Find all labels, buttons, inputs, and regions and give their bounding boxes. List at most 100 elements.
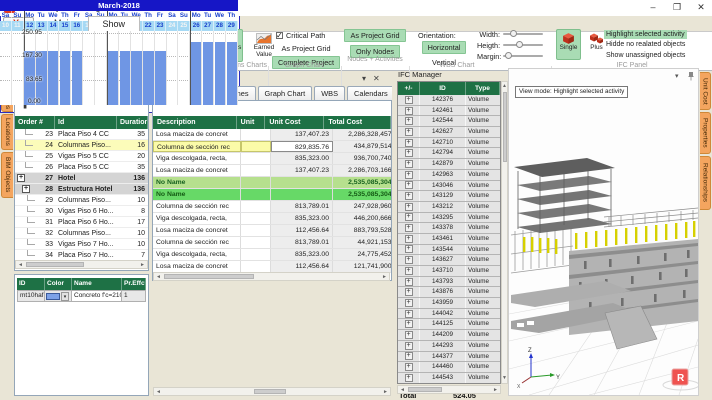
scroll-left-icon[interactable]: ◄ <box>16 261 25 268</box>
activity-row[interactable]: 23 Placa Piso 4 CC 35 <box>15 129 148 140</box>
cost-row[interactable]: Losa maciza de concret 112,456.64 883,793,… <box>153 225 391 237</box>
ifc-row[interactable]: +142963 Volume <box>398 169 500 181</box>
ifc-row[interactable]: +142879 Volume <box>398 159 500 170</box>
unit-cost-cell[interactable]: 835,323.00 <box>271 249 333 260</box>
ifc-row[interactable]: +142461 Volume <box>398 105 500 117</box>
scroll-left-icon[interactable]: ◄ <box>398 386 407 393</box>
unit-cost-cell[interactable]: 112,456.64 <box>271 225 333 236</box>
scroll-thumb[interactable] <box>503 92 507 162</box>
unit-cell[interactable] <box>241 141 271 152</box>
activity-row[interactable]: 26 Placa Piso 5 CC 35 <box>15 162 148 173</box>
plus-icon[interactable]: + <box>404 352 413 361</box>
plus-icon[interactable]: + <box>404 159 413 168</box>
unit-cost-cell[interactable]: 137,407.23 <box>271 129 333 140</box>
plus-icon[interactable]: + <box>404 213 413 222</box>
description-cell[interactable]: No Name <box>153 177 241 188</box>
scroll-right-icon[interactable]: ► <box>491 386 500 393</box>
cost-row[interactable]: Columna de sección rec 813,789.01 247,928,… <box>153 201 391 213</box>
description-cell[interactable]: Losa maciza de concret <box>153 225 241 236</box>
unit-cost-cell[interactable]: 112,456.64 <box>271 261 333 272</box>
slider-thumb[interactable] <box>504 52 512 59</box>
plus-icon[interactable]: + <box>404 149 413 158</box>
cost-row[interactable]: Columna de sección rec 813,789.01 44,921,1… <box>153 237 391 249</box>
description-cell[interactable]: Columna de sección rec <box>153 141 241 152</box>
plus-icon[interactable]: + <box>404 202 413 211</box>
activity-row[interactable]: 32 Columnas Piso... 10 <box>15 228 148 239</box>
activity-row[interactable]: +27 Hotel 136 <box>15 173 148 184</box>
description-cell[interactable]: Losa maciza de concret <box>153 165 241 176</box>
cost-row[interactable]: Viga descolgada, recta, 835,323.00 24,775,… <box>153 249 391 261</box>
ifc-row[interactable]: +142544 Volume <box>398 116 500 128</box>
slider-thumb[interactable] <box>510 30 518 37</box>
total-cost-cell[interactable]: 434,879,514.01 <box>333 141 391 152</box>
unit-cost-cell[interactable]: 813,789.01 <box>271 237 333 248</box>
resource-table-row[interactable]: mt10haf ▾ Concreto f'c=210 1 <box>17 290 146 302</box>
unit-cell[interactable] <box>241 129 271 140</box>
description-cell[interactable]: No Name <box>153 189 241 200</box>
total-cost-cell[interactable]: 883,793,528.71 <box>333 225 391 236</box>
scroll-right-icon[interactable]: ► <box>381 388 390 395</box>
plus-icon[interactable]: + <box>404 138 413 147</box>
ifc-row[interactable]: +142710 Volume <box>398 137 500 149</box>
unit-cell[interactable] <box>241 201 271 212</box>
plus-icon[interactable]: + <box>404 341 413 350</box>
ifc-row[interactable]: +143544 Volume <box>398 244 500 256</box>
scroll-up-icon[interactable]: ▲ <box>502 82 507 91</box>
plus-icon[interactable]: + <box>404 181 413 190</box>
scroll-thumb[interactable] <box>26 262 84 267</box>
activity-row[interactable]: 31 Placa Piso 6 Ho... 17 <box>15 217 148 228</box>
cost-hscrollbar[interactable]: ◄ ► <box>153 272 390 281</box>
plus-icon[interactable]: + <box>404 224 413 233</box>
as-project-grid-button[interactable]: As Project Grid <box>275 42 336 55</box>
activity-row[interactable]: 29 Columnas Piso... 10 <box>15 195 148 206</box>
ifc-row[interactable]: +143461 Volume <box>398 233 500 245</box>
plus-icon[interactable]: + <box>404 330 413 339</box>
ifc-row[interactable]: +143793 Volume <box>398 276 500 288</box>
plus-icon[interactable]: + <box>404 363 413 372</box>
ifc-row[interactable]: +143212 Volume <box>398 201 500 213</box>
single-button[interactable]: Single <box>556 29 581 60</box>
plus-icon[interactable]: + <box>404 95 413 104</box>
minimize-button[interactable]: – <box>642 0 664 15</box>
close-button[interactable]: ✕ <box>690 0 712 15</box>
expander-icon[interactable]: + <box>22 185 30 193</box>
scroll-thumb[interactable] <box>408 387 442 392</box>
ifc-hscrollbar[interactable]: ◄ ► <box>397 385 501 394</box>
plus-icon[interactable]: + <box>404 320 413 329</box>
cost-row[interactable]: No Name 2,535,085,304.27 <box>153 177 391 189</box>
plus-icon[interactable]: + <box>404 266 413 275</box>
cost-row[interactable]: No Name 2,535,085,304.27 <box>153 189 391 201</box>
unit-cost-cell[interactable] <box>271 189 333 200</box>
activity-hscrollbar[interactable]: ◄ ► <box>15 260 148 269</box>
plus-icon[interactable]: + <box>404 127 413 136</box>
total-cost-cell[interactable]: 936,700,740.92 <box>333 153 391 164</box>
ifc-row[interactable]: +143129 Volume <box>398 191 500 202</box>
plus-icon[interactable]: + <box>404 277 413 286</box>
ribbon-tab-show[interactable]: Show <box>87 16 141 31</box>
ifc-row[interactable]: +144460 Volume <box>398 362 500 373</box>
plus-icon[interactable]: + <box>404 117 413 126</box>
cost-row[interactable]: Losa maciza de concret 137,407.23 2,286,32… <box>153 129 391 141</box>
dock-tab-unit-cost[interactable]: Unit Cost <box>700 72 711 110</box>
ifc-row[interactable]: +143627 Volume <box>398 255 500 266</box>
unit-cell[interactable] <box>241 189 271 200</box>
ifc-row[interactable]: +143046 Volume <box>398 180 500 192</box>
unit-cell[interactable] <box>241 261 271 272</box>
ifc-option-hidde-no-realated-objects[interactable]: Hidde no realated objects <box>604 40 687 49</box>
plus-icon[interactable]: + <box>404 234 413 243</box>
plus-icon[interactable]: + <box>404 288 413 297</box>
ifc-row[interactable]: +144293 Volume <box>398 340 500 352</box>
total-cost-cell[interactable]: 2,286,328,457.00 <box>333 129 391 140</box>
scroll-left-icon[interactable]: ◄ <box>154 273 163 280</box>
total-cost-cell[interactable]: 2,535,085,304.27 <box>333 189 391 200</box>
ifc-row[interactable]: +144377 Volume <box>398 351 500 363</box>
total-cost-cell[interactable]: 2,535,085,304.27 <box>333 177 391 188</box>
unit-cost-cell[interactable]: 813,789.01 <box>271 201 333 212</box>
plus-icon[interactable]: + <box>404 256 413 265</box>
unit-cost-cell[interactable]: 137,407.23 <box>271 165 333 176</box>
ifc-row[interactable]: +142794 Volume <box>398 148 500 160</box>
dock-tab-locations[interactable]: Locations <box>1 114 13 150</box>
slider-track[interactable] <box>503 41 543 48</box>
unit-cell[interactable] <box>241 153 271 164</box>
tab-graph-chart[interactable]: Graph Chart <box>257 86 313 100</box>
